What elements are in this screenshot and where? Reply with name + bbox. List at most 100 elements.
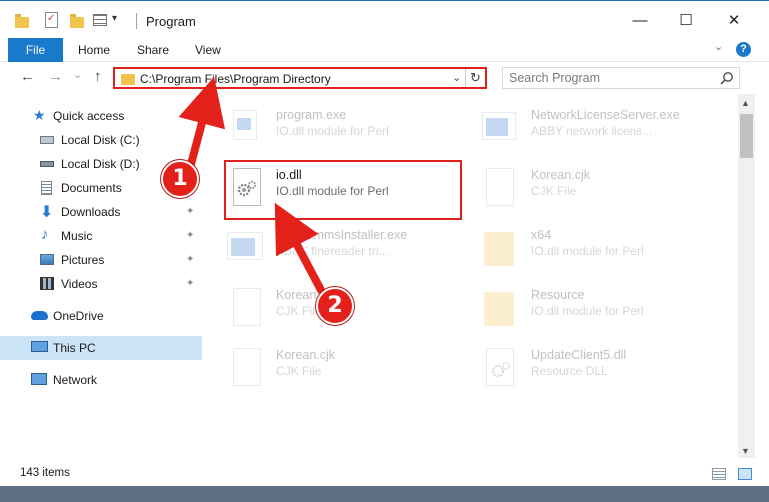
navigation-bar: ← → ⌄ ↑ C:\Program Files\Program Directo…: [0, 62, 769, 94]
taskbar-strip: [0, 486, 769, 502]
computer-icon: [31, 341, 48, 352]
customize-icon[interactable]: [93, 14, 107, 26]
forward-button[interactable]: →: [48, 68, 63, 85]
blank-file-icon: [227, 346, 263, 388]
up-button[interactable]: ↑: [94, 68, 102, 85]
sidebar-item-label: Network: [53, 373, 98, 387]
drive-icon: [40, 136, 54, 144]
maximize-button[interactable]: ☐: [663, 7, 709, 37]
cloud-icon: [31, 311, 48, 320]
sidebar-item-network[interactable]: Network: [0, 368, 202, 392]
file-item[interactable]: x64 IO.dll module for Perl: [457, 220, 697, 276]
file-item[interactable]: program.exe IO.dll module for Perl: [202, 100, 442, 156]
sidebar-item-label: Music: [61, 229, 93, 243]
sidebar-item-local-disk-c[interactable]: Local Disk (C:): [0, 128, 202, 152]
file-item[interactable]: NetworkLicenseServer.exe ABBY network li…: [457, 100, 697, 156]
refresh-button[interactable]: ↻: [465, 69, 485, 87]
recent-locations-button[interactable]: ⌄: [73, 68, 82, 81]
status-bar: 143 items: [0, 458, 769, 486]
scrollbar-thumb[interactable]: [740, 114, 753, 158]
file-description: CJK File: [276, 364, 322, 378]
exe-icon: [227, 106, 263, 148]
tab-share[interactable]: Share: [137, 38, 169, 62]
address-path[interactable]: C:\Program Files\Program Directory: [140, 72, 331, 86]
file-name: Korean.cjk: [276, 348, 336, 362]
folder-icon: [482, 226, 518, 268]
pin-icon[interactable]: ✦: [186, 254, 194, 265]
sidebar-item-videos[interactable]: Videos ✦: [0, 272, 202, 296]
sidebar-item-onedrive[interactable]: OneDrive: [0, 304, 202, 328]
file-list: program.exe IO.dll module for Perl Netwo…: [202, 94, 738, 458]
sidebar-item-pictures[interactable]: Pictures ✦: [0, 248, 202, 272]
back-button[interactable]: ←: [20, 68, 35, 85]
search-box[interactable]: Search Program: [502, 67, 740, 89]
file-item[interactable]: Korean.cjk CJK File: [457, 160, 697, 216]
folder-icon: [121, 74, 135, 85]
step-badge-1: 1: [161, 160, 199, 198]
file-name: UpdateClient5.dll: [531, 348, 627, 362]
search-icon[interactable]: [719, 71, 735, 85]
sidebar-item-label: Pictures: [61, 253, 105, 267]
folder-icon: [15, 14, 29, 28]
folder-icon: [482, 286, 518, 328]
sidebar-item-label: Quick access: [53, 109, 125, 123]
file-name: ProgrammsInstaller.exe: [276, 228, 408, 242]
sidebar-item-label: Videos: [61, 277, 98, 291]
pin-icon[interactable]: ✦: [186, 230, 194, 241]
file-name: Korean.cjk: [531, 168, 591, 182]
sidebar-item-this-pc[interactable]: This PC: [0, 336, 202, 360]
sidebar-item-label: Local Disk (C:): [61, 133, 140, 147]
item-count: 143 items: [20, 467, 70, 479]
file-name: Resource: [531, 288, 585, 302]
address-dropdown-icon[interactable]: ⌄: [452, 71, 461, 84]
navigation-pane: ★ Quick access Local Disk (C:) Local Dis…: [0, 94, 202, 458]
file-description: IO.dll module for Perl: [531, 244, 644, 258]
large-icons-view-icon[interactable]: [738, 468, 752, 480]
tab-file[interactable]: File: [8, 38, 63, 62]
expand-ribbon-icon[interactable]: ⌄: [714, 40, 723, 53]
step-badge-2: 2: [316, 287, 354, 325]
file-name: NetworkLicenseServer.exe: [531, 108, 680, 122]
file-item[interactable]: Korean.cjk CJK File: [202, 340, 442, 396]
ribbon-tabs: File Home Share View ⌄ ?: [0, 38, 769, 62]
file-description: CJK File: [276, 304, 322, 318]
file-description: ABBY network licens...: [531, 124, 653, 138]
window-title: Program: [146, 14, 196, 29]
tab-view[interactable]: View: [195, 38, 221, 62]
sidebar-item-label: This PC: [53, 341, 96, 355]
tab-home[interactable]: Home: [78, 38, 110, 62]
address-bar[interactable]: C:\Program Files\Program Directory ⌄ ↻: [113, 67, 487, 89]
file-description: IO.dll module for Perl: [276, 124, 389, 138]
details-view-icon[interactable]: [712, 468, 726, 480]
scroll-down-icon[interactable]: ▼: [741, 446, 750, 456]
highlight-box-io-dll: [224, 160, 462, 220]
search-input[interactable]: Search Program: [509, 71, 600, 85]
close-button[interactable]: ✕: [711, 7, 757, 37]
new-folder-icon[interactable]: [70, 14, 84, 28]
sidebar-item-music[interactable]: ♪ Music ✦: [0, 224, 202, 248]
sidebar-item-label: OneDrive: [53, 309, 104, 323]
file-name: program.exe: [276, 108, 347, 122]
minimize-button[interactable]: —: [617, 7, 663, 37]
dll-gear-icon: [482, 346, 518, 388]
file-item[interactable]: Resource IO.dll module for Perl: [457, 280, 697, 336]
drive-icon: [40, 161, 54, 167]
download-icon: ⬇: [40, 204, 54, 221]
pin-icon[interactable]: ✦: [186, 206, 194, 217]
file-item[interactable]: UpdateClient5.dll Resource DLL: [457, 340, 697, 396]
help-icon[interactable]: ?: [736, 42, 751, 57]
app-icon: [227, 226, 263, 268]
properties-icon[interactable]: ✓: [45, 12, 58, 28]
file-item[interactable]: ProgrammsInstaller.exe ABBY finereader t…: [202, 220, 442, 276]
sidebar-item-quick-access[interactable]: ★ Quick access: [0, 104, 202, 128]
music-icon: ♪: [41, 226, 49, 243]
pin-icon[interactable]: ✦: [186, 278, 194, 289]
blank-file-icon: [482, 166, 518, 208]
file-description: IO.dll module for Perl: [531, 304, 644, 318]
sidebar-item-downloads[interactable]: ⬇ Downloads ✦: [0, 200, 202, 224]
app-icon: [482, 106, 518, 148]
file-description: ABBY finereader tri...: [276, 244, 389, 258]
scroll-up-icon[interactable]: ▲: [741, 98, 750, 108]
quick-access-dropdown-icon[interactable]: ▾: [112, 13, 117, 24]
vertical-scrollbar[interactable]: ▲ ▼: [738, 94, 755, 458]
